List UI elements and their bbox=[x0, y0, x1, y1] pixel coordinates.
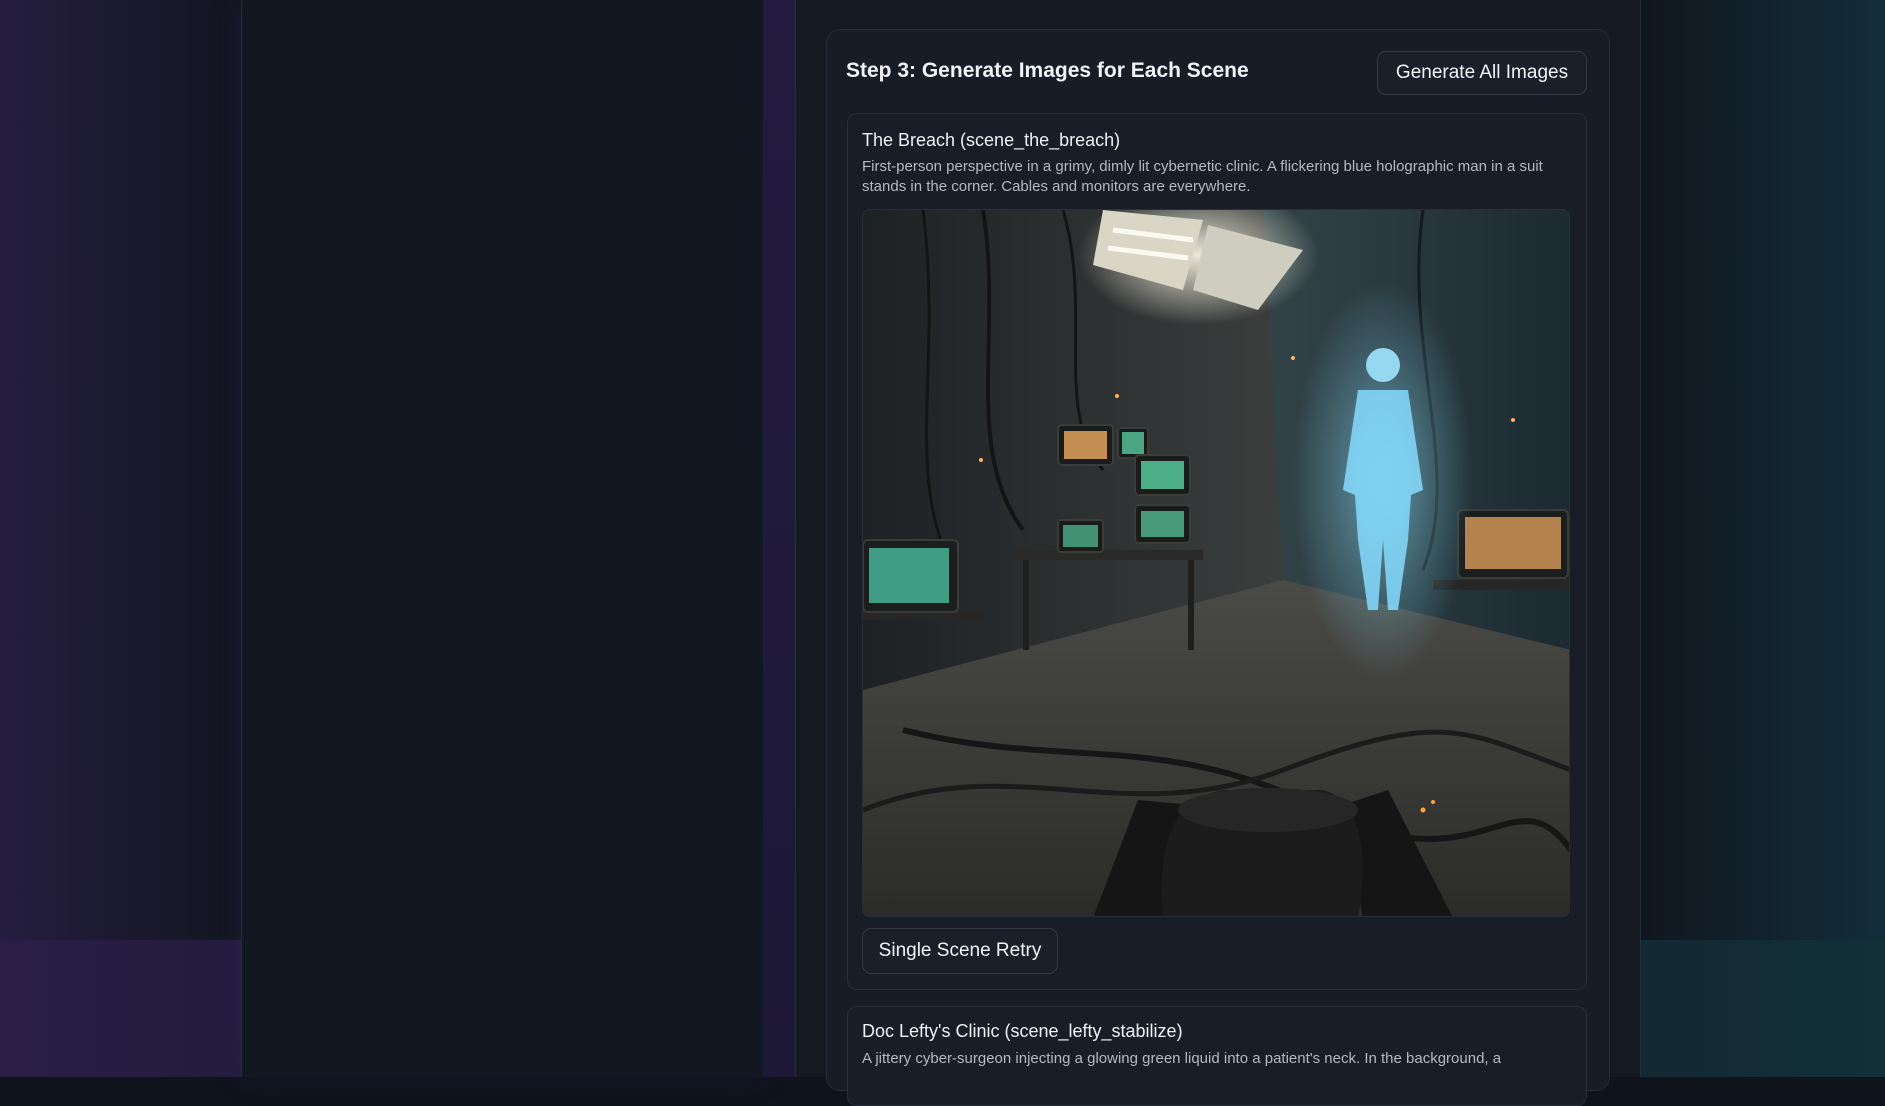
scene-title: Doc Lefty's Clinic (scene_lefty_stabiliz… bbox=[862, 1021, 1183, 1041]
scene-card: Doc Lefty's Clinic (scene_lefty_stabiliz… bbox=[847, 1006, 1587, 1106]
scene-title: The Breach (scene_the_breach) bbox=[862, 130, 1121, 150]
generated-scene-picture bbox=[863, 210, 1569, 916]
left-panel bbox=[241, 0, 765, 1077]
generate-all-images-button[interactable]: Generate All Images bbox=[1377, 51, 1587, 95]
scene-description: First-person perspective in a grimy, dim… bbox=[862, 158, 1543, 195]
scene-description: A jittery cyber-surgeon injecting a glow… bbox=[862, 1050, 1502, 1067]
step-title: Step 3: Generate Images for Each Scene bbox=[846, 59, 1249, 82]
panel-divider bbox=[763, 0, 795, 1077]
scene-card: The Breach (scene_the_breach) First-pers… bbox=[847, 113, 1587, 990]
single-scene-retry-button[interactable]: Single Scene Retry bbox=[862, 928, 1058, 974]
scene-image[interactable] bbox=[862, 209, 1570, 917]
